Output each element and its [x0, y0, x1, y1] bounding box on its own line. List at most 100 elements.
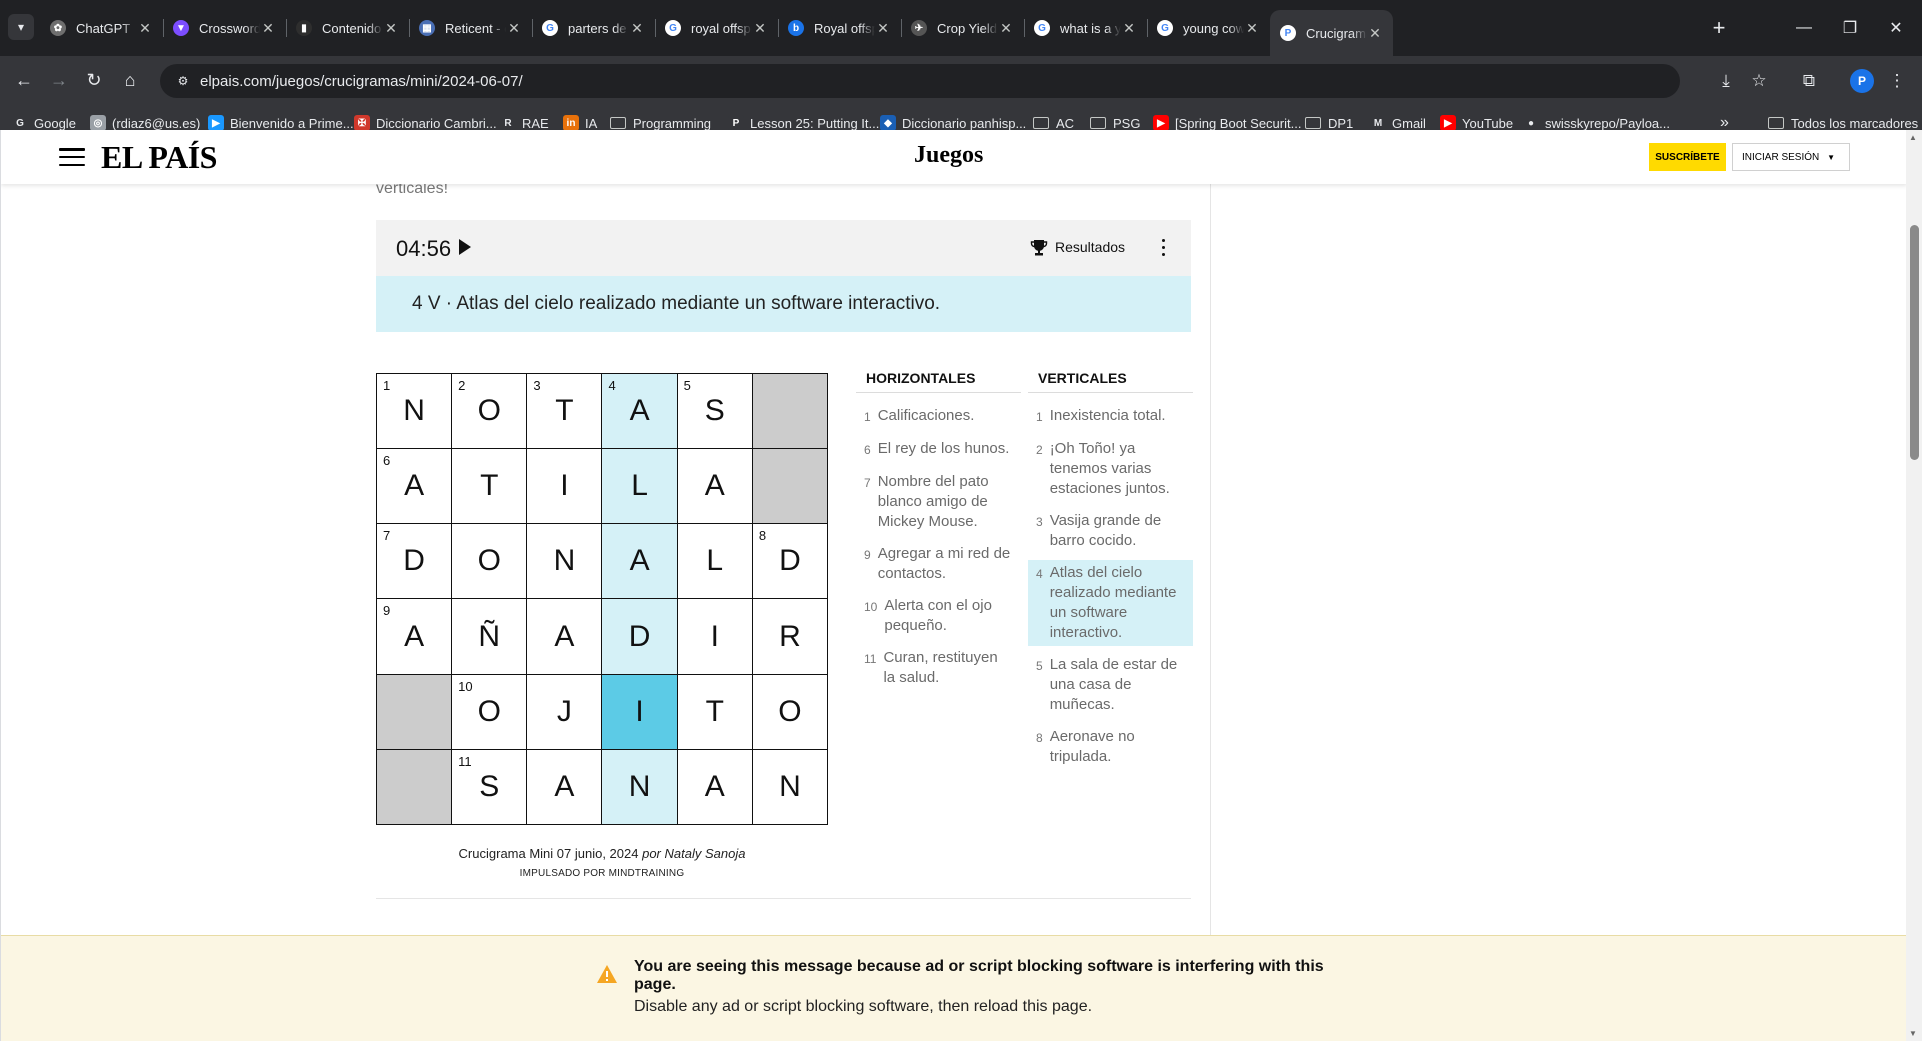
browser-tab[interactable]: ▮ Contenido / 20✕ [286, 10, 409, 46]
grid-cell[interactable]: 1N [377, 374, 452, 449]
tab-close-icon[interactable]: ✕ [260, 20, 276, 37]
login-button[interactable]: INICIAR SESIÓN ▼ [1732, 143, 1850, 171]
grid-cell[interactable]: A [677, 749, 752, 824]
browser-menu-icon[interactable]: ⋮ [1884, 68, 1910, 94]
credit-date: Crucigrama Mini 07 junio, 2024 [458, 846, 643, 861]
menu-icon[interactable] [59, 148, 85, 166]
scrollbar-thumb[interactable] [1910, 225, 1919, 460]
reload-icon[interactable]: ↻ [80, 66, 108, 94]
grid-cell[interactable]: 7D [377, 524, 452, 599]
close-window-icon[interactable]: ✕ [1876, 10, 1916, 46]
scroll-down-icon[interactable]: ▼ [1909, 1029, 1917, 1038]
tab-close-icon[interactable]: ✕ [506, 20, 522, 37]
browser-tab[interactable]: Gyoung cow is c✕ [1147, 10, 1270, 46]
grid-cell[interactable]: 2O [452, 374, 527, 449]
tab-close-icon[interactable]: ✕ [137, 20, 153, 37]
horizontal-clue[interactable]: 1 Calificaciones. [856, 403, 1021, 430]
browser-tab[interactable]: Groyal offspring✕ [655, 10, 778, 46]
grid-cell[interactable]: 9A [377, 599, 452, 674]
vertical-clue[interactable]: 1 Inexistencia total. [1028, 403, 1193, 430]
bookmark-star-icon[interactable]: ☆ [1746, 68, 1772, 94]
grid-cell[interactable]: D [602, 599, 677, 674]
browser-tab[interactable]: ▦ Reticent - cross✕ [409, 10, 532, 46]
grid-cell[interactable]: 8D [752, 524, 827, 599]
trophy-icon[interactable] [1030, 239, 1048, 257]
site-info-icon[interactable]: ⚙ [168, 74, 198, 88]
results-button[interactable]: Resultados [1055, 239, 1125, 255]
site-logo[interactable]: EL PAÍS [101, 139, 217, 176]
grid-cell[interactable]: O [452, 524, 527, 599]
browser-tab[interactable]: Gwhat is a yield✕ [1024, 10, 1147, 46]
tab-close-icon[interactable]: ✕ [998, 20, 1014, 37]
tab-close-icon[interactable]: ✕ [752, 20, 768, 37]
horizontal-clue[interactable]: 10 Alerta con el ojo pequeño. [856, 593, 1021, 639]
grid-cell[interactable]: N [602, 749, 677, 824]
grid-cell[interactable]: I [602, 674, 677, 749]
tab-close-icon[interactable]: ✕ [383, 20, 399, 37]
browser-tab[interactable]: b Royal offspring✕ [778, 10, 901, 46]
grid-cell[interactable]: Ñ [452, 599, 527, 674]
play-icon[interactable] [459, 239, 471, 255]
subscribe-button[interactable]: SUSCRÍBETE [1649, 143, 1726, 171]
grid-cell[interactable]: T [677, 674, 752, 749]
vertical-clue[interactable]: 2 ¡Oh Toño! ya tenemos varias estaciones … [1028, 436, 1193, 502]
address-url[interactable]: elpais.com/juegos/crucigramas/mini/2024-… [200, 73, 523, 90]
restore-icon[interactable]: ❐ [1830, 10, 1870, 46]
page-scrollbar[interactable]: ▲ ▼ [1906, 130, 1922, 1041]
grid-cell[interactable]: T [452, 449, 527, 524]
section-title[interactable]: Juegos [914, 142, 983, 169]
grid-cell[interactable]: 6A [377, 449, 452, 524]
grid-cell[interactable]: N [527, 524, 602, 599]
grid-cell[interactable]: A [677, 449, 752, 524]
install-app-icon[interactable]: ⤓ [1713, 68, 1739, 94]
grid-cell[interactable]: J [527, 674, 602, 749]
browser-tab[interactable]: Gparters de una✕ [532, 10, 655, 46]
vertical-clue[interactable]: 8 Aeronave no tripulada. [1028, 724, 1193, 770]
vertical-clue[interactable]: 5 La sala de estar de una casa de muñecas… [1028, 652, 1193, 718]
grid-cell[interactable]: O [752, 674, 827, 749]
vertical-clue[interactable]: 3 Vasija grande de barro cocido. [1028, 508, 1193, 554]
grid-cell[interactable]: L [602, 449, 677, 524]
more-options-icon[interactable] [1160, 237, 1166, 257]
grid-cell[interactable]: A [527, 749, 602, 824]
extensions-icon[interactable]: ⧉ [1796, 68, 1822, 94]
browser-tab[interactable]: ✈ Crop Yield: Def✕ [901, 10, 1024, 46]
horizontal-clue[interactable]: 6 El rey de los hunos. [856, 436, 1021, 463]
grid-cell[interactable]: N [752, 749, 827, 824]
new-tab-button[interactable]: + [1705, 14, 1733, 42]
grid-cell[interactable]: I [527, 449, 602, 524]
forward-icon[interactable]: → [45, 66, 73, 94]
grid-cell[interactable]: A [527, 599, 602, 674]
profile-avatar[interactable]: P [1850, 69, 1874, 93]
tab-close-icon[interactable]: ✕ [1367, 25, 1383, 42]
tab-close-icon[interactable]: ✕ [875, 20, 891, 37]
home-icon[interactable]: ⌂ [116, 66, 144, 94]
grid-cell[interactable]: L [677, 524, 752, 599]
tab-close-icon[interactable]: ✕ [1121, 20, 1137, 37]
browser-tab[interactable]: ▼ Crossword ✕ [163, 10, 286, 46]
tab-close-icon[interactable]: ✕ [1244, 20, 1260, 37]
grid-cell[interactable]: I [677, 599, 752, 674]
tab-search-button[interactable]: ▾ [8, 14, 34, 40]
crossword-grid[interactable]: 1 N 2 O 3 T 4 A 5 S 6 A T I L A 7 D O N A L 8 D 9 A Ñ A D I R 10 O J I T O 11… [376, 373, 828, 825]
minimize-icon[interactable]: — [1784, 10, 1824, 46]
scroll-up-icon[interactable]: ▲ [1909, 133, 1917, 142]
horizontal-clue[interactable]: 7 Nombre del pato blanco amigo de Mickey … [856, 469, 1021, 535]
address-bar[interactable]: ⚙ elpais.com/juegos/crucigramas/mini/202… [160, 64, 1680, 98]
grid-cell[interactable]: 11 S [452, 749, 527, 824]
browser-tab[interactable]: ✿ ChatGPT ✕ [40, 10, 163, 46]
back-icon[interactable]: ← [10, 66, 38, 94]
grid-cell[interactable]: A [602, 524, 677, 599]
grid-cell[interactable]: 10 O [452, 674, 527, 749]
browser-tab[interactable]: P Crucigramas m✕ [1270, 10, 1393, 56]
grid-cell[interactable]: 3T [527, 374, 602, 449]
tab-close-icon[interactable]: ✕ [629, 20, 645, 37]
grid-cell[interactable]: 5S [677, 374, 752, 449]
horizontal-clue[interactable]: 9 Agregar a mi red de contactos. [856, 541, 1021, 587]
bookmark-label: AC [1056, 115, 1075, 131]
vertical-clue[interactable]: 4 Atlas del cielo realizado mediante un s… [1028, 560, 1193, 646]
grid-cell[interactable]: R [752, 599, 827, 674]
horizontal-clue[interactable]: 11 Curan, restituyen la salud. [856, 645, 1021, 691]
grid-cell[interactable]: 4A [602, 374, 677, 449]
clue-number: 10 [864, 600, 878, 614]
